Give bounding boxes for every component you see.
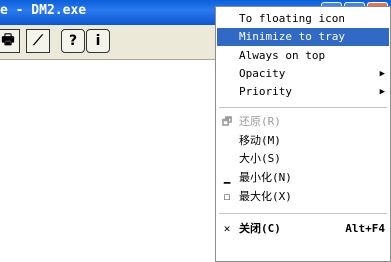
question-icon: ? bbox=[68, 33, 78, 49]
help-tool-button[interactable]: ? bbox=[61, 29, 85, 53]
window-title: e - DM2.exe bbox=[0, 3, 87, 18]
info-tool-button[interactable]: i bbox=[86, 29, 110, 53]
maximize-icon: ☐ bbox=[223, 190, 231, 203]
menu-item-opacity[interactable]: Opacity ▶ bbox=[217, 65, 389, 83]
submenu-arrow-icon: ▶ bbox=[379, 69, 385, 79]
menu-item-maximize[interactable]: ☐ 最大化(X) bbox=[217, 188, 389, 206]
menu-item-size[interactable]: 大小(S) bbox=[217, 150, 389, 168]
menu-item-minimize-to-tray[interactable]: Minimize to tray bbox=[217, 28, 389, 46]
menu-item-to-floating-icon[interactable]: To floating icon bbox=[217, 10, 389, 28]
print-tool-button[interactable]: 🖶 bbox=[0, 29, 20, 53]
menu-item-move[interactable]: 移动(M) bbox=[217, 132, 389, 150]
printer-icon: 🖶 bbox=[1, 32, 15, 48]
submenu-arrow-icon: ▶ bbox=[379, 87, 385, 97]
menu-separator bbox=[219, 107, 387, 109]
chart-tool-button[interactable]: ⟋ bbox=[26, 29, 50, 53]
menu-item-restore[interactable]: 🗗 还原(R) bbox=[217, 113, 389, 131]
shortcut-label: Alt+F4 bbox=[345, 222, 385, 235]
minimize-icon: ▁ bbox=[223, 171, 231, 184]
menu-item-minimize[interactable]: ▁ 最小化(N) bbox=[217, 169, 389, 187]
context-menu: To floating icon Minimize to tray Always… bbox=[215, 6, 391, 262]
close-icon: ✕ bbox=[223, 222, 231, 235]
restore-icon: 🗗 bbox=[221, 115, 233, 128]
menu-separator bbox=[219, 213, 387, 215]
info-icon: i bbox=[95, 33, 101, 49]
menu-item-close[interactable]: ✕ 关闭(C) Alt+F4 bbox=[217, 220, 389, 238]
menu-item-priority[interactable]: Priority ▶ bbox=[217, 83, 389, 101]
menu-item-always-on-top[interactable]: Always on top bbox=[217, 47, 389, 65]
chart-icon: ⟋ bbox=[33, 33, 43, 49]
